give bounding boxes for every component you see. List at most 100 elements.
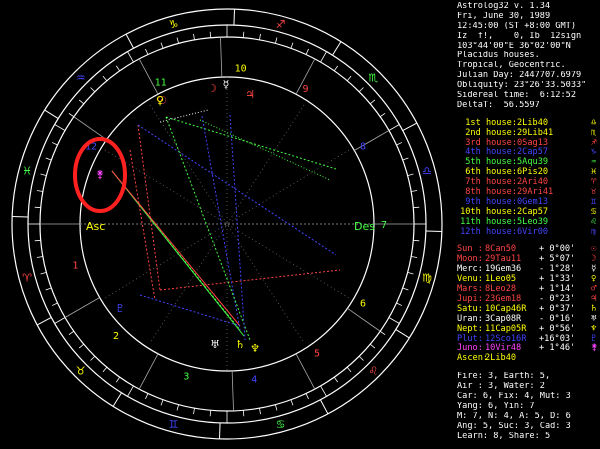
degree-tick [78,343,85,349]
degree-tick [176,37,179,44]
zodiac-sign-icon: ♍ [422,272,432,285]
degree-tick [411,256,418,258]
house-number: 8 [360,142,366,153]
sign-boundary [125,33,135,49]
astrology-wheel: ♈♉♊ ♋♌♍♎♏♐♑♒♓ 123 456789101112 ☉☿☽♀ ♃♄♅ ♆♇⚵ … [11,8,443,440]
sign-boundary [36,316,52,326]
degree-tick [160,399,164,406]
house-cusp-list: 1st house: 2Lib40 ♎ 2nd house: 29Lib41 ♏ 3rd h… [457,118,600,238]
degree-tick [90,87,96,93]
degree-tick [275,37,278,44]
aspect-line [111,170,241,327]
house-number: 2 [113,331,119,342]
degree-tick [145,393,149,400]
degree-tick [40,272,47,275]
zodiac-sign-icon: ♐ [276,18,286,31]
degree-tick [358,355,364,361]
header-line: Fri, June 30, 1989 [457,11,551,21]
zodiac-sign-icon: ♉ [76,364,86,377]
degree-tick [305,393,309,400]
planet-speed: + 1°46' [539,343,576,354]
house-cusp [138,353,159,390]
degree-tick [388,317,400,324]
house-cusp [347,307,381,332]
degree-tick [115,65,121,72]
zodiac-sign-icon: ♏ [368,72,378,85]
house-number: 3 [183,372,189,383]
degree-tick [209,31,212,38]
degree-tick [54,124,66,131]
header-line: Iz f!, 0, Ib 12sign [457,31,582,41]
planet-icon: ⚵ [96,168,104,181]
degree-tick [78,99,85,105]
degree-tick [358,87,364,93]
sign-boundary [112,392,122,407]
house-cusp [64,297,100,318]
degree-tick [51,142,58,146]
planet-row: Ascen: 2Lib40 [457,353,600,364]
degree-tick [290,42,294,49]
house-cusp [73,116,107,141]
degree-tick [193,408,195,415]
degree-tick [34,206,41,209]
planet-icon: ♇ [115,302,125,315]
house-number: 10 [235,64,247,75]
zodiac-sign-icon: ♈ [22,272,32,285]
degree-tick [160,42,164,49]
degree-tick [275,404,278,411]
degree-tick [102,75,108,82]
degree-tick [369,99,376,105]
element-line: M: 7, N: 4, A: 5, D: 6 [457,411,571,421]
planet-icon: ☿ [223,78,230,91]
degree-tick [176,404,179,411]
zodiac-sign-icon: ♎ [422,164,432,177]
planet-name: Ascen: [457,353,489,364]
header-line: Tropical, Geocentric. [457,61,566,71]
planet-icon: ♅ [210,338,220,351]
degree-tick [396,142,403,146]
degree-tick [333,65,339,72]
degree-tick [102,366,108,373]
house-number: 11 [155,78,167,89]
aspect-line [165,116,337,170]
degree-tick [193,33,195,40]
degree-tick [145,48,149,55]
degree-tick [379,330,386,336]
element-line: Fire: 3, Earth: 5, [457,372,551,382]
degree-tick [346,366,352,373]
sign-icon: ♍ [591,226,597,237]
degree-tick [396,302,403,306]
header-line: Obliquity: 23°26'33.5033" [457,81,587,91]
house-number: 4 [251,375,257,386]
aspect-line [137,124,337,256]
planet-icon: ♄ [235,338,245,351]
planet-position-list: Sun :8Can50 + 0°00' ☉ Moon: 29Tau11 + 5°07' ☽ M… [457,245,600,364]
degree-tick [54,317,66,324]
degree-tick [379,112,386,118]
degree-tick [402,287,409,291]
planet-icon: ♀ [156,94,164,107]
des-label: Des [354,220,375,233]
header-line: Julian Day: 2447707.6979 [457,71,582,81]
degree-tick [413,206,420,209]
degree-tick [209,410,212,417]
header-line: Astrolog32 v. 1.34 [457,2,551,11]
aspect-line [199,119,331,181]
degree-tick [127,385,134,397]
degree-tick [333,376,339,383]
degree-tick [411,190,418,192]
house-number: 6 [360,299,366,310]
header-line: 103°44'00"E 36°02'00"N [457,41,571,51]
degree-tick [388,124,400,131]
sign-boundary [218,422,221,439]
degree-tick [36,190,43,192]
asc-label: Asc [86,220,105,233]
house-row: 12th house: 6Vir00 ♍ [457,226,600,238]
element-summary: Fire: 3, Earth: 5, Air : 3, Water: 2 Car: … [457,372,600,441]
aspect-line [139,294,241,327]
degree-tick [259,33,261,40]
zodiac-sign-icon: ♋ [276,418,286,431]
house-cusp [295,353,316,390]
planet-icon: ⚵ [591,343,598,354]
sign-boundary [395,329,410,339]
